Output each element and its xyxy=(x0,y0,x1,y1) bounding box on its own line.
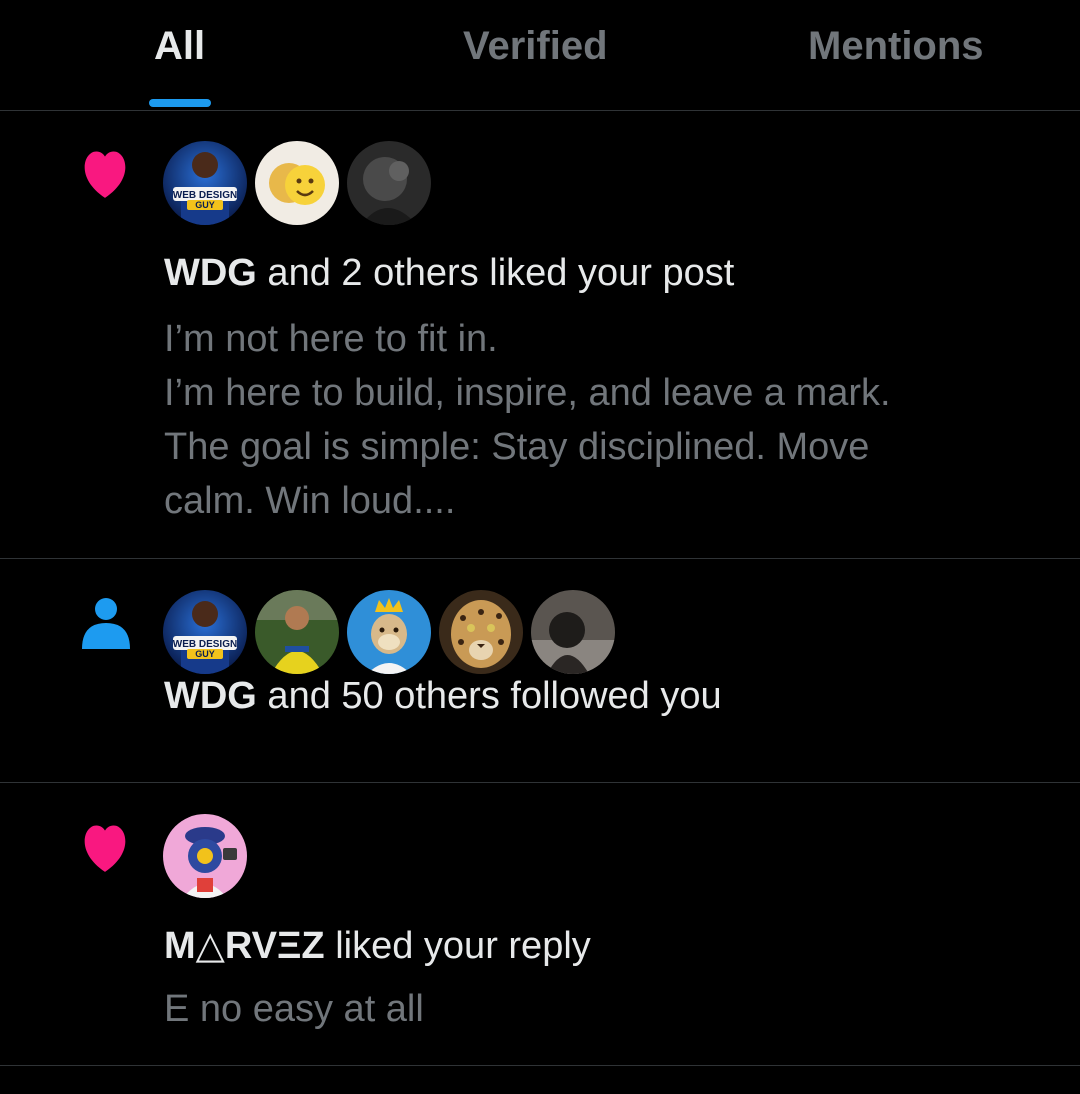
avatar-stack: WEB DESIGN GUY xyxy=(163,590,615,674)
notifications-tabs: All Verified Mentions xyxy=(0,0,1080,111)
tab-all[interactable]: All xyxy=(154,24,205,69)
avatar-stack: WEB DESIGN GUY xyxy=(163,141,431,225)
grey-photo-avatar[interactable] xyxy=(531,590,615,674)
reply-snippet: E no easy at all xyxy=(164,982,1004,1036)
web-design-guy-avatar[interactable]: WEB DESIGN GUY xyxy=(163,141,247,225)
post-snippet: I’m not here to fit in. I’m here to buil… xyxy=(164,312,1004,528)
actor-name: WDG xyxy=(164,252,257,294)
snippet-line: I’m here to build, inspire, and leave a … xyxy=(164,372,891,414)
notification-headline: WDG and 50 others followed you xyxy=(164,675,722,718)
person-icon xyxy=(82,597,130,654)
snippet-line: E no easy at all xyxy=(164,988,424,1030)
active-tab-indicator xyxy=(149,99,211,107)
leopard-avatar[interactable] xyxy=(439,590,523,674)
heart-icon xyxy=(78,823,132,878)
avatar-badge-text: GUY xyxy=(195,200,215,210)
actor-name: WDG xyxy=(164,675,257,717)
notification-headline: WDG and 2 others liked your post xyxy=(164,252,734,295)
snippet-line: I’m not here to fit in. xyxy=(164,318,498,360)
action-text: and 50 others followed you xyxy=(256,675,722,717)
emoji-avatar[interactable] xyxy=(255,141,339,225)
pink-character-avatar[interactable] xyxy=(163,814,247,898)
action-text: and 2 others liked your post xyxy=(256,252,735,294)
tab-verified[interactable]: Verified xyxy=(463,24,608,69)
action-text: liked your reply xyxy=(324,925,591,967)
notification-follow[interactable]: WEB DESIGN GUY WDG and 50 others followe… xyxy=(0,559,1080,783)
footballer-avatar[interactable] xyxy=(255,590,339,674)
snippet-line: The goal is simple: Stay disciplined. Mo… xyxy=(164,426,870,468)
actor-name: M△RVΞZ xyxy=(164,925,325,967)
snippet-line: calm. Win loud.... xyxy=(164,480,456,522)
avatar-stack xyxy=(163,814,247,898)
web-design-guy-avatar[interactable]: WEB DESIGN GUY xyxy=(163,590,247,674)
notification-like-post[interactable]: WEB DESIGN GUY WDG and 2 others liked yo… xyxy=(0,111,1080,559)
notification-like-reply[interactable]: M△RVΞZ liked your reply E no easy at all xyxy=(0,783,1080,1066)
tab-mentions[interactable]: Mentions xyxy=(808,24,984,69)
notification-headline: M△RVΞZ liked your reply xyxy=(164,923,591,968)
ape-king-avatar[interactable] xyxy=(347,590,431,674)
avatar-badge-text: GUY xyxy=(195,649,215,659)
dark-avatar[interactable] xyxy=(347,141,431,225)
heart-icon xyxy=(78,149,132,204)
